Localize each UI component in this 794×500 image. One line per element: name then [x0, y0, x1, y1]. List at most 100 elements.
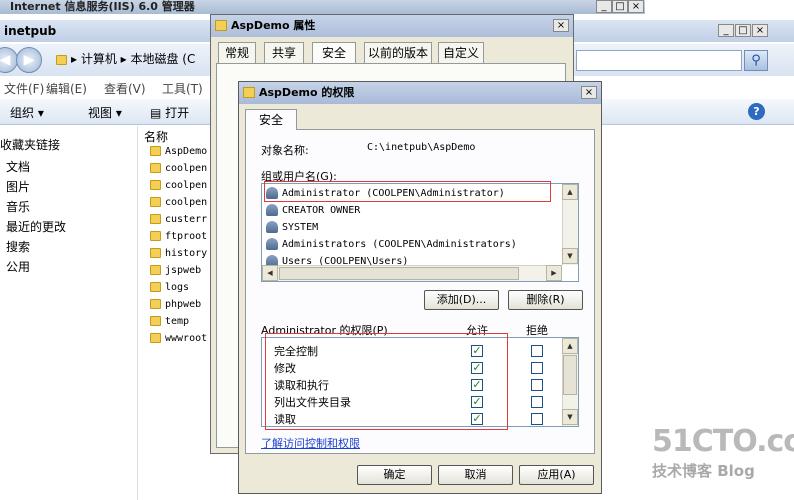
close-icon[interactable]: ×: [581, 86, 597, 99]
organize-button[interactable]: 组织 ▾: [10, 104, 44, 121]
list-item[interactable]: phpweb: [150, 297, 201, 313]
users-horizontal-scrollbar[interactable]: ◀ ▶: [262, 265, 562, 281]
search-icon[interactable]: ⚲: [744, 50, 768, 71]
folder-icon: [243, 87, 255, 98]
scroll-up-icon[interactable]: ▲: [562, 338, 578, 354]
nav-item-public[interactable]: 公用: [6, 258, 30, 275]
tab-sharing[interactable]: 共享: [264, 42, 304, 63]
users-vertical-scrollbar[interactable]: ▲ ▼: [562, 184, 578, 265]
menu-file[interactable]: 文件(F): [4, 80, 44, 97]
folder-icon: [150, 197, 161, 207]
list-item[interactable]: history: [150, 246, 207, 262]
add-button[interactable]: 添加(D)...: [424, 290, 499, 310]
nav-item-music[interactable]: 音乐: [6, 198, 30, 215]
user-icon: [266, 221, 278, 233]
column-header-name[interactable]: 名称: [144, 128, 168, 145]
list-item[interactable]: SYSTEM: [266, 219, 318, 236]
search-input[interactable]: [576, 50, 742, 71]
views-button[interactable]: 视图 ▾: [88, 104, 122, 121]
minimize-icon[interactable]: _: [596, 0, 612, 13]
open-label: 打开: [165, 106, 190, 120]
scroll-thumb[interactable]: [279, 267, 519, 280]
folder-icon: [150, 214, 161, 224]
tab-previous-versions[interactable]: 以前的版本: [364, 42, 432, 63]
close-icon[interactable]: ×: [553, 19, 569, 32]
highlight-box: [264, 181, 551, 202]
file-name: coolpen: [165, 197, 208, 208]
list-item[interactable]: coolpen: [150, 178, 207, 194]
access-control-help-link[interactable]: 了解访问控制和权限: [261, 435, 360, 451]
close-icon[interactable]: ×: [752, 24, 768, 37]
list-item[interactable]: coolpen: [150, 195, 207, 211]
tab-general[interactable]: 常规: [218, 42, 256, 63]
deny-checkbox-list-folder[interactable]: [531, 396, 543, 408]
ok-button[interactable]: 确定: [357, 465, 432, 485]
object-name-label: 对象名称:: [261, 144, 309, 157]
menu-edit[interactable]: 编辑(E): [46, 80, 87, 97]
tab-customize[interactable]: 自定义: [438, 42, 484, 63]
folder-icon: [150, 333, 161, 343]
file-name: wwwroot: [165, 333, 208, 344]
user-icon: [266, 204, 278, 216]
breadcrumb-text: ▸ 计算机 ▸ 本地磁盘 (C: [71, 52, 196, 66]
file-name: AspDemo: [165, 146, 208, 157]
list-item[interactable]: jspweb: [150, 263, 201, 279]
list-item[interactable]: custerr: [150, 212, 207, 228]
maximize-icon[interactable]: □: [735, 24, 751, 37]
list-item[interactable]: coolpen: [150, 161, 207, 177]
deny-checkbox-read-execute[interactable]: [531, 379, 543, 391]
tab-security[interactable]: 安全: [245, 109, 297, 130]
list-item[interactable]: wwwroot: [150, 331, 207, 347]
open-button[interactable]: ▤ 打开: [150, 104, 189, 121]
deny-checkbox-modify[interactable]: [531, 362, 543, 374]
folder-icon: [150, 265, 161, 275]
close-icon[interactable]: ×: [628, 0, 644, 13]
deny-checkbox-full-control[interactable]: [531, 345, 543, 357]
nav-item-search[interactable]: 搜索: [6, 238, 30, 255]
group-icon: [266, 238, 278, 250]
list-item[interactable]: CREATOR OWNER: [266, 202, 360, 219]
scroll-down-icon[interactable]: ▼: [562, 409, 578, 425]
list-item[interactable]: AspDemo: [150, 144, 207, 160]
scroll-left-icon[interactable]: ◀: [262, 265, 278, 281]
help-icon[interactable]: ?: [748, 103, 765, 120]
explorer-title-text: inetpub: [4, 24, 57, 38]
breadcrumb[interactable]: ▸ 计算机 ▸ 本地磁盘 (C: [56, 48, 216, 70]
list-item[interactable]: Administrators (COOLPEN\Administrators): [266, 236, 517, 253]
maximize-icon[interactable]: □: [612, 0, 628, 13]
minimize-icon[interactable]: _: [718, 24, 734, 37]
remove-button[interactable]: 删除(R): [508, 290, 583, 310]
deny-checkbox-read[interactable]: [531, 413, 543, 425]
watermark-logo: 51CTO.com: [652, 424, 794, 459]
nav-item-documents[interactable]: 文档: [6, 158, 30, 175]
nav-item-pictures[interactable]: 图片: [6, 178, 30, 195]
watermark-caption: 技术博客 Blog: [652, 462, 755, 480]
scroll-right-icon[interactable]: ▶: [546, 265, 562, 281]
navigation-pane: 收藏夹链接 文档 图片 音乐 最近的更改 搜索 公用: [0, 126, 138, 500]
folder-icon: [150, 231, 161, 241]
iis-window-title: Internet 信息服务(IIS) 6.0 管理器: [0, 0, 645, 14]
scroll-up-icon[interactable]: ▲: [562, 184, 578, 200]
nav-item-recent[interactable]: 最近的更改: [6, 218, 66, 235]
folder-icon: [150, 180, 161, 190]
forward-button[interactable]: ▶: [16, 47, 42, 73]
permissions-vertical-scrollbar[interactable]: ▲ ▼: [562, 338, 578, 426]
menu-view[interactable]: 查看(V): [104, 80, 146, 97]
apply-button[interactable]: 应用(A): [519, 465, 594, 485]
user-name: SYSTEM: [282, 222, 319, 233]
scroll-down-icon[interactable]: ▼: [562, 248, 578, 264]
highlight-box: [265, 333, 508, 430]
folder-icon: [150, 299, 161, 309]
tab-security[interactable]: 安全: [312, 42, 356, 63]
cancel-button[interactable]: 取消: [438, 465, 513, 485]
list-item[interactable]: logs: [150, 280, 189, 296]
menu-tools[interactable]: 工具(T): [162, 80, 203, 97]
list-item[interactable]: temp: [150, 314, 189, 330]
list-item[interactable]: ftproot: [150, 229, 207, 245]
properties-dialog-title: AspDemo 属性: [211, 15, 573, 37]
folder-icon: [150, 163, 161, 173]
file-name: history: [165, 248, 208, 259]
folder-icon: [150, 146, 161, 156]
object-name-value: C:\inetpub\AspDemo: [367, 142, 476, 153]
scroll-thumb[interactable]: [563, 355, 577, 395]
